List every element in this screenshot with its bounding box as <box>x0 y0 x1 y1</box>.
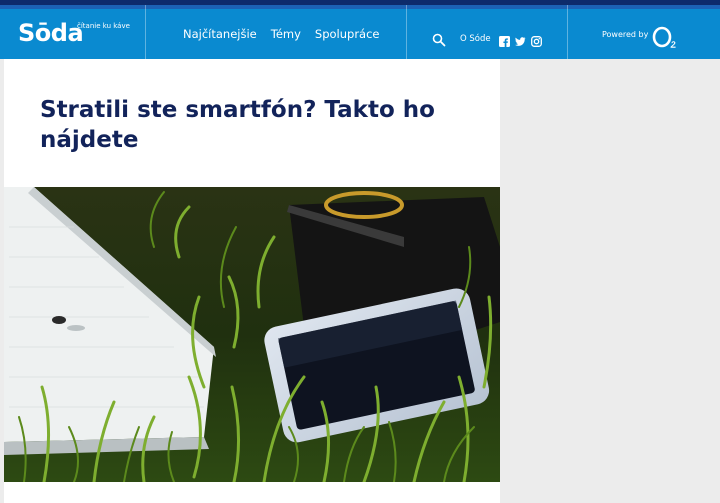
social-links <box>499 32 542 47</box>
site-tagline: čítanie ku káve <box>77 22 130 30</box>
facebook-icon[interactable] <box>499 32 510 47</box>
site-header: Sōda čítanie ku káve Najčítanejšie Témy … <box>0 0 720 59</box>
o2-logo[interactable] <box>651 25 681 51</box>
twitter-icon[interactable] <box>515 32 526 46</box>
nav-item-most-read[interactable]: Najčítanejšie <box>183 27 257 41</box>
header-divider <box>406 5 407 59</box>
header-divider <box>145 5 146 59</box>
header-divider <box>567 5 568 59</box>
powered-by-label: Powered by <box>602 30 649 39</box>
search-icon[interactable] <box>432 32 446 47</box>
about-link[interactable]: O Sóde <box>460 34 491 44</box>
main-nav: Najčítanejšie Témy Spolupráce <box>183 27 380 41</box>
header-top-stripe <box>0 5 720 9</box>
article-container: Stratili ste smartfón? Takto ho nájdete <box>4 59 500 503</box>
nav-item-topics[interactable]: Témy <box>271 27 301 41</box>
article-hero-image <box>4 187 500 482</box>
instagram-icon[interactable] <box>531 32 542 47</box>
article-title: Stratili ste smartfón? Takto ho nájdete <box>40 97 435 153</box>
site-logo[interactable]: Sōda <box>18 19 84 47</box>
nav-item-cooperation[interactable]: Spolupráce <box>315 27 380 41</box>
